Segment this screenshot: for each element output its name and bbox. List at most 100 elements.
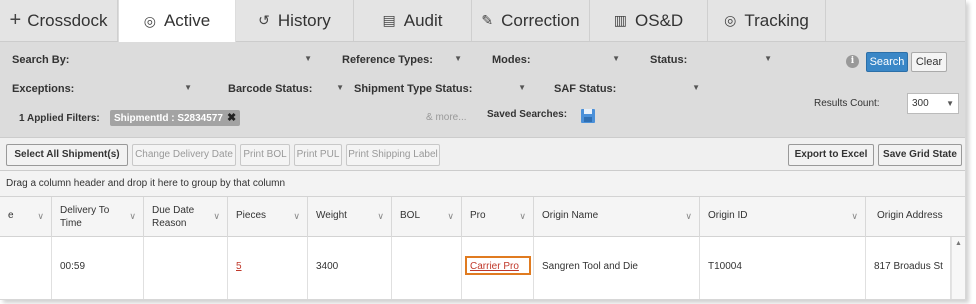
column-header-label: BOL [400,210,421,221]
close-icon[interactable]: ✖ [227,112,236,124]
tab-label: Active [163,11,211,30]
column-header-label: e [8,210,14,221]
tab-tracking[interactable]: ◎ Tracking [708,0,826,41]
pieces-link[interactable]: 5 [236,261,242,272]
column-header-pieces[interactable]: Pieces ∨ [228,197,308,237]
info-icon[interactable]: i [846,55,859,68]
column-header-origin-id[interactable]: Origin ID ∨ [700,197,866,237]
chevron-down-icon[interactable]: ∨ [519,211,526,222]
chevron-down-icon[interactable]: ∨ [293,211,300,222]
column-header-label: Pieces [236,210,267,221]
status-select[interactable]: Status: ▼ [642,50,776,70]
chevron-down-icon[interactable]: ∨ [851,211,858,222]
chevron-down-icon: ▼ [304,54,312,63]
search-by-select[interactable]: Search By: ▼ [4,50,316,70]
search-button[interactable]: Search [866,52,908,72]
tab-audit[interactable]: ▤ Audit [354,0,472,41]
tab-label: Correction [501,10,580,30]
audit-icon: ▤ [382,12,396,28]
filter-panel: Search By: ▼ Reference Types: ▼ Modes: ▼… [0,41,965,137]
grid-header: e ∨ Delivery To Time ∨ Due Date Reason ∨ P… [0,197,965,237]
print-pul-button[interactable]: Print PUL [294,144,342,166]
save-icon[interactable] [581,109,595,123]
tab-history[interactable]: ↺ History [236,0,354,41]
saved-searches-label: Saved Searches: [487,109,568,120]
print-bol-button[interactable]: Print BOL [240,144,290,166]
chevron-down-icon: ▼ [518,83,526,92]
shipment-type-status-select[interactable]: Shipment Type Status: ▼ [346,79,530,99]
modes-select[interactable]: Modes: ▼ [484,50,624,70]
results-count-label: Results Count: [814,98,880,109]
save-grid-state-button[interactable]: Save Grid State [878,144,962,166]
column-header-partial[interactable]: e ∨ [0,197,52,237]
export-to-excel-button[interactable]: Export to Excel [788,144,874,166]
column-header-label: Due Date Reason [152,205,195,229]
group-by-hint: Drag a column header and drop it here to… [6,178,286,189]
results-count-select[interactable]: 300 ▼ [907,93,959,114]
tab-correction[interactable]: ✎ Correction [472,0,590,41]
chevron-down-icon: ▼ [612,54,620,63]
barcode-icon: ▥ [613,12,628,28]
reference-types-select[interactable]: Reference Types: ▼ [334,50,466,70]
exceptions-select[interactable]: Exceptions: ▼ [4,79,196,99]
cell-bol [392,237,462,299]
tab-bar: + Crossdock ◎ Active ↺ History ▤ Audit ✎… [0,0,965,42]
column-header-label: Origin ID [708,210,748,221]
modes-label: Modes: [492,54,531,66]
more-filters-link[interactable]: & more... [426,112,467,123]
tab-label: Crossdock [27,10,108,30]
group-by-drop-zone[interactable]: Drag a column header and drop it here to… [0,171,965,197]
column-header-pro[interactable]: Pro ∨ [462,197,534,237]
column-header-label: Origin Address [877,210,943,221]
cell-pieces: 5 [228,237,308,299]
barcode-status-select[interactable]: Barcode Status: ▼ [220,79,348,99]
cell-weight: 3400 [308,237,392,299]
saf-status-select[interactable]: SAF Status: ▼ [546,79,704,99]
chevron-down-icon[interactable]: ∨ [213,211,220,222]
clear-button[interactable]: Clear [911,52,947,72]
cell-origin-address: 817 Broadus St [866,237,951,299]
column-header-label: Pro [470,210,486,221]
column-header-due-date-reason[interactable]: Due Date Reason ∨ [144,197,228,237]
saf-status-label: SAF Status: [554,83,617,95]
barcode-status-label: Barcode Status: [228,83,313,95]
highlight-box [465,256,531,275]
chevron-down-icon[interactable]: ∨ [685,211,692,222]
select-all-shipments-button[interactable]: Select All Shipment(s) [6,144,128,166]
tab-osd[interactable]: ▥ OS&D [590,0,708,41]
column-header-origin-address[interactable]: Origin Address [866,197,965,237]
tab-crossdock[interactable]: + Crossdock [0,0,118,41]
column-header-delivery-to-time[interactable]: Delivery To Time ∨ [52,197,144,237]
print-shipping-label-button[interactable]: Print Shipping Label [346,144,440,166]
tab-active[interactable]: ◎ Active [118,0,236,42]
change-delivery-date-button[interactable]: Change Delivery Date [132,144,236,166]
applied-filter-chip[interactable]: ShipmentId : S2834577 ✖ [110,110,241,126]
chevron-down-icon: ▼ [764,54,772,63]
chevron-down-icon: ▼ [184,83,192,92]
column-header-label: Origin Name [542,210,599,221]
cell-origin-name: Sangren Tool and Die [534,237,700,299]
column-header-weight[interactable]: Weight ∨ [308,197,392,237]
column-header-origin-name[interactable]: Origin Name ∨ [534,197,700,237]
tab-label: History [277,10,331,30]
cell-delivery-to-time: 00:59 [52,237,144,299]
column-header-label: Weight [316,210,347,221]
tab-label: OS&D [635,10,684,30]
column-header-label: Delivery To Time [60,205,110,229]
plus-icon: + [9,9,22,31]
scroll-up-icon[interactable]: ▲ [955,240,962,247]
circle-icon: ◎ [724,12,737,28]
pencil-icon: ✎ [481,12,494,28]
chevron-down-icon[interactable]: ∨ [447,211,454,222]
column-header-bol[interactable]: BOL ∨ [392,197,462,237]
reference-types-label: Reference Types: [342,54,433,66]
chevron-down-icon[interactable]: ∨ [377,211,384,222]
chip-label: ShipmentId : S2834577 [114,113,223,124]
status-label: Status: [650,54,688,66]
search-by-label: Search By: [12,54,70,66]
chevron-down-icon[interactable]: ∨ [129,211,136,222]
applied-filters-label: 1 Applied Filters: [19,113,100,124]
chevron-down-icon[interactable]: ∨ [37,211,44,222]
grid-toolbar: Select All Shipment(s) Change Delivery D… [0,137,965,171]
cell-origin-id: T10004 [700,237,866,299]
